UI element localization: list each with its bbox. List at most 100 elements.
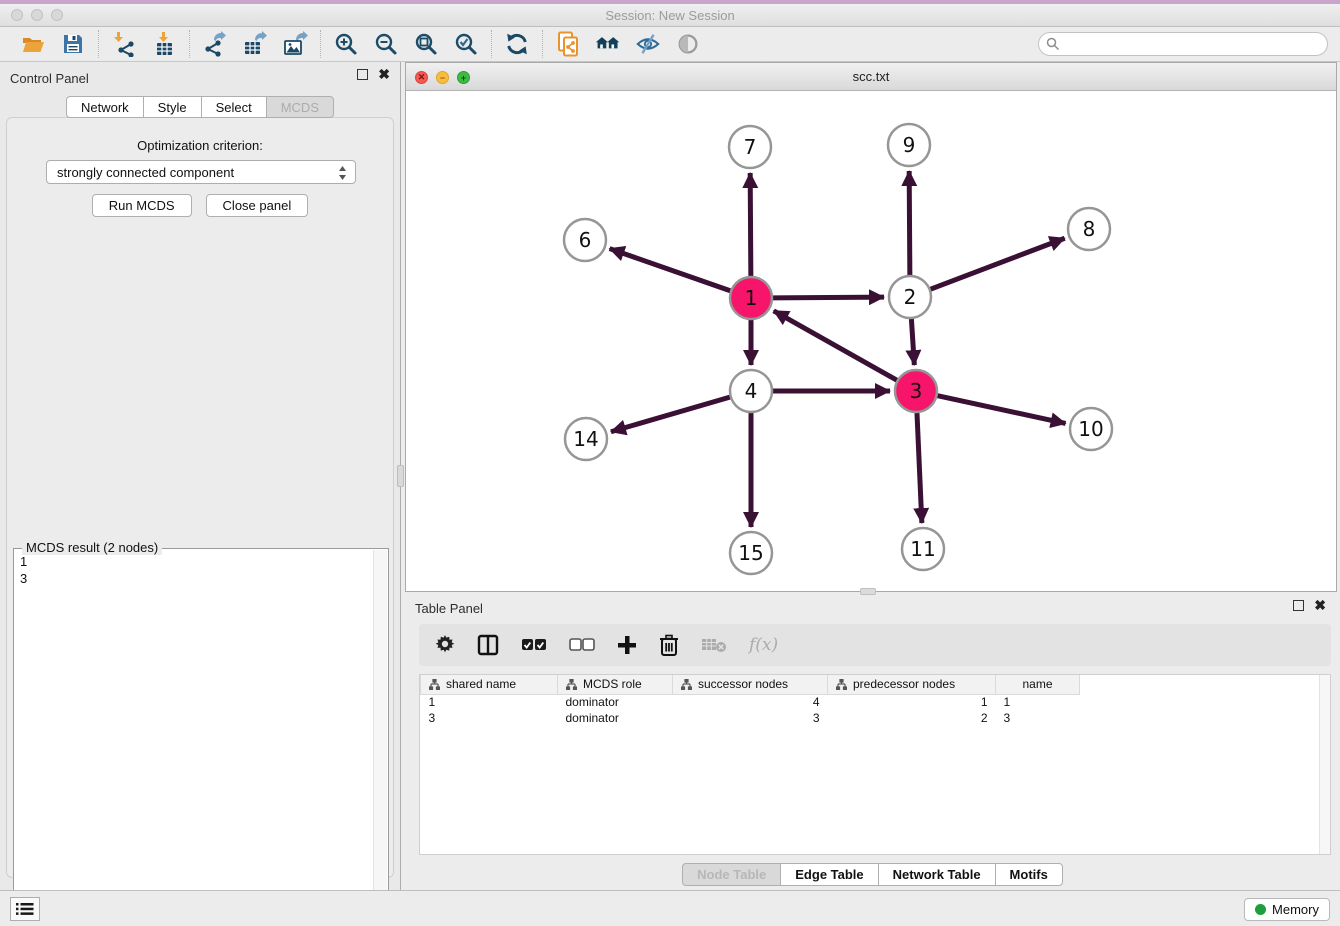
add-column-icon[interactable] — [617, 632, 637, 658]
list-icon — [16, 902, 34, 916]
mcds-result-values[interactable]: 1 3 — [20, 553, 27, 587]
run-mcds-button[interactable]: Run MCDS — [92, 194, 192, 217]
graph-edge-3-10[interactable] — [937, 396, 1065, 424]
table-panel: Table Panel ✖ — [405, 594, 1340, 890]
graph-edge-1-2[interactable] — [773, 297, 884, 298]
table-panel-title: Table Panel — [415, 601, 483, 616]
search-input[interactable] — [1038, 32, 1328, 56]
table-panel-header: Table Panel ✖ — [405, 594, 1340, 620]
cell-shared-name[interactable]: 1 — [421, 694, 558, 710]
table-row[interactable]: 1 dominator 4 1 1 — [421, 694, 1080, 710]
tab-node-table[interactable]: Node Table — [682, 863, 780, 886]
graph-edge-1-6[interactable] — [610, 249, 731, 291]
column-header-predecessor-nodes[interactable]: predecessor nodes — [828, 675, 996, 694]
gear-icon[interactable] — [435, 632, 455, 658]
save-session-icon[interactable] — [60, 31, 86, 57]
tab-style[interactable]: Style — [143, 96, 201, 118]
tab-network[interactable]: Network — [66, 96, 143, 118]
float-panel-icon[interactable] — [357, 69, 368, 80]
control-panel-tabs: Network Style Select MCDS — [0, 96, 400, 118]
window-titlebar: Session: New Session — [0, 0, 1340, 27]
open-file-icon[interactable] — [20, 31, 46, 57]
cell-successor-nodes[interactable]: 3 — [673, 710, 828, 726]
cell-successor-nodes[interactable]: 4 — [673, 694, 828, 710]
result-scrollbar[interactable] — [373, 550, 387, 921]
delete-table-icon — [701, 632, 727, 658]
control-panel-title: Control Panel — [10, 71, 89, 86]
float-table-panel-icon[interactable] — [1293, 600, 1304, 611]
tab-select[interactable]: Select — [201, 96, 266, 118]
tab-edge-table[interactable]: Edge Table — [780, 863, 877, 886]
graph-edge-2-9[interactable] — [909, 171, 910, 275]
column-header-shared-name[interactable]: shared name — [421, 675, 558, 694]
tab-motifs[interactable]: Motifs — [995, 863, 1063, 886]
column-header-mcds-role[interactable]: MCDS role — [558, 675, 673, 694]
split-columns-icon[interactable] — [477, 632, 499, 658]
task-history-button[interactable] — [10, 897, 40, 921]
graph-node-label-2: 2 — [904, 285, 917, 309]
select-all-checkboxes-icon[interactable] — [521, 632, 547, 658]
column-type-icon — [429, 679, 440, 690]
import-network-icon[interactable] — [111, 31, 137, 57]
export-network-icon[interactable] — [202, 31, 228, 57]
control-panel-header: Control Panel ✖ — [0, 62, 400, 92]
table-row[interactable]: 3 dominator 3 2 3 — [421, 710, 1080, 726]
network-window-titlebar[interactable]: ✕ − + scc.txt — [406, 63, 1336, 91]
cell-name[interactable]: 1 — [996, 694, 1080, 710]
graph-node-label-3: 3 — [910, 379, 923, 403]
panel-splitter-handle[interactable] — [397, 465, 404, 487]
cell-predecessor-nodes[interactable]: 1 — [828, 694, 996, 710]
network-graph: 7968124314101511 — [406, 91, 1336, 591]
close-panel-button[interactable]: Close panel — [206, 194, 309, 217]
zoom-selected-icon[interactable] — [453, 31, 479, 57]
status-bar: Memory — [0, 890, 1340, 926]
mcds-result-box: MCDS result (2 nodes) 1 3 — [13, 548, 389, 923]
cell-shared-name[interactable]: 3 — [421, 710, 558, 726]
node-table-grid: shared name MCDS role successor nodes pr… — [420, 675, 1080, 726]
import-table-icon[interactable] — [151, 31, 177, 57]
chevron-up-down-icon — [338, 165, 347, 184]
graph-edge-2-8[interactable] — [931, 238, 1065, 289]
export-image-icon[interactable] — [282, 31, 308, 57]
graph-edge-2-3[interactable] — [911, 319, 914, 365]
network-view-window: ✕ − + scc.txt 7968124314101511 — [405, 62, 1337, 592]
first-neighbors-icon[interactable] — [595, 31, 621, 57]
new-network-from-selection-icon[interactable] — [555, 31, 581, 57]
table-header-row: shared name MCDS role successor nodes pr… — [421, 675, 1080, 694]
tab-network-table[interactable]: Network Table — [878, 863, 995, 886]
main-toolbar — [0, 27, 1340, 62]
cell-name[interactable]: 3 — [996, 710, 1080, 726]
graph-edge-4-14[interactable] — [611, 397, 730, 432]
column-header-name[interactable]: name — [996, 675, 1080, 694]
zoom-in-icon[interactable] — [333, 31, 359, 57]
graph-edge-3-11[interactable] — [917, 413, 922, 523]
graph-edge-1-7[interactable] — [750, 173, 751, 276]
export-table-icon[interactable] — [242, 31, 268, 57]
hide-selected-icon[interactable] — [635, 31, 661, 57]
column-type-icon — [681, 679, 692, 690]
network-canvas[interactable]: 7968124314101511 — [406, 91, 1336, 591]
optimization-criterion-select[interactable]: strongly connected component — [46, 160, 356, 184]
window-top-accent — [0, 0, 1340, 4]
graph-node-label-10: 10 — [1078, 417, 1103, 441]
tab-mcds[interactable]: MCDS — [266, 96, 334, 118]
zoom-out-icon[interactable] — [373, 31, 399, 57]
cell-predecessor-nodes[interactable]: 2 — [828, 710, 996, 726]
graph-edge-3-1[interactable] — [774, 311, 897, 380]
column-header-successor-nodes[interactable]: successor nodes — [673, 675, 828, 694]
column-type-icon — [836, 679, 847, 690]
node-table: shared name MCDS role successor nodes pr… — [419, 674, 1331, 855]
delete-column-icon[interactable] — [659, 632, 679, 658]
close-table-panel-icon[interactable]: ✖ — [1314, 600, 1326, 611]
graph-node-label-4: 4 — [745, 379, 758, 403]
table-splitter-handle[interactable] — [860, 588, 876, 595]
cell-mcds-role[interactable]: dominator — [558, 710, 673, 726]
refresh-icon[interactable] — [504, 31, 530, 57]
show-graphics-details-icon[interactable] — [675, 31, 701, 57]
clear-checkboxes-icon[interactable] — [569, 632, 595, 658]
table-scrollbar[interactable] — [1319, 675, 1330, 854]
cell-mcds-role[interactable]: dominator — [558, 694, 673, 710]
zoom-fit-icon[interactable] — [413, 31, 439, 57]
memory-button[interactable]: Memory — [1244, 898, 1330, 921]
close-panel-icon[interactable]: ✖ — [378, 69, 390, 80]
